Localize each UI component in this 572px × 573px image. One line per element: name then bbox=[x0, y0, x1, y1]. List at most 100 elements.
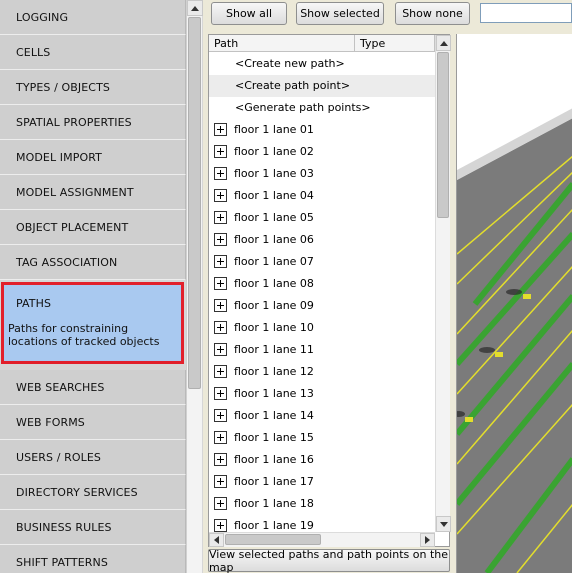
plus-box-icon[interactable] bbox=[214, 255, 227, 268]
path-point-marker[interactable] bbox=[523, 294, 531, 299]
path-name: floor 1 lane 17 bbox=[234, 475, 314, 488]
sidebar-item-paths[interactable]: PATHS Paths for constraining locations of… bbox=[1, 282, 184, 364]
plus-box-icon[interactable] bbox=[214, 321, 227, 334]
filter-input[interactable] bbox=[480, 3, 572, 23]
path-row[interactable]: floor 1 lane 17 bbox=[209, 471, 435, 493]
path-name: floor 1 lane 05 bbox=[234, 211, 314, 224]
arrow-right-icon[interactable] bbox=[420, 533, 435, 547]
path-row[interactable]: floor 1 lane 03 bbox=[209, 163, 435, 185]
plus-box-icon[interactable] bbox=[214, 277, 227, 290]
sidebar-item-label: SHIFT PATTERNS bbox=[16, 556, 108, 569]
path-name: floor 1 lane 13 bbox=[234, 387, 314, 400]
plus-box-icon[interactable] bbox=[214, 409, 227, 422]
plus-box-icon[interactable] bbox=[214, 475, 227, 488]
list-hscrollbar-thumb[interactable] bbox=[225, 534, 321, 545]
path-row[interactable]: floor 1 lane 09 bbox=[209, 295, 435, 317]
path-name: floor 1 lane 15 bbox=[234, 431, 314, 444]
path-row[interactable]: floor 1 lane 11 bbox=[209, 339, 435, 361]
sidebar-item-spatial-properties[interactable]: SPATIAL PROPERTIES bbox=[0, 105, 186, 140]
column-header-type[interactable]: Type bbox=[355, 35, 435, 52]
path-row[interactable]: floor 1 lane 05 bbox=[209, 207, 435, 229]
sidebar-item-label: TAG ASSOCIATION bbox=[16, 256, 118, 269]
plus-box-icon[interactable] bbox=[214, 167, 227, 180]
path-row[interactable]: floor 1 lane 02 bbox=[209, 141, 435, 163]
sidebar-item-label: OBJECT PLACEMENT bbox=[16, 221, 129, 234]
sidebar-item-label: USERS / ROLES bbox=[16, 451, 101, 464]
sidebar-scrollbar[interactable] bbox=[186, 0, 203, 573]
plus-box-icon[interactable] bbox=[214, 387, 227, 400]
sidebar-item-types-objects[interactable]: TYPES / OBJECTS bbox=[0, 70, 186, 105]
path-name: floor 1 lane 03 bbox=[234, 167, 314, 180]
sidebar-item-users-roles[interactable]: USERS / ROLES bbox=[0, 440, 186, 475]
sidebar-item-web-forms[interactable]: WEB FORMS bbox=[0, 405, 186, 440]
arrow-down-icon[interactable] bbox=[436, 516, 451, 532]
sidebar-item-model-import[interactable]: MODEL IMPORT bbox=[0, 140, 186, 175]
sidebar-item-logging[interactable]: LOGGING bbox=[0, 0, 186, 35]
path-row[interactable]: floor 1 lane 07 bbox=[209, 251, 435, 273]
plus-box-icon[interactable] bbox=[214, 365, 227, 378]
command-row[interactable]: <Create path point> bbox=[209, 75, 435, 97]
list-vertical-scrollbar[interactable] bbox=[435, 35, 451, 532]
arrow-up-icon[interactable] bbox=[436, 35, 451, 51]
sidebar-scrollbar-thumb[interactable] bbox=[188, 17, 201, 389]
path-row[interactable]: floor 1 lane 01 bbox=[209, 119, 435, 141]
path-row[interactable]: floor 1 lane 14 bbox=[209, 405, 435, 427]
sidebar-item-cells[interactable]: CELLS bbox=[0, 35, 186, 70]
path-name: floor 1 lane 11 bbox=[234, 343, 314, 356]
column-header-path[interactable]: Path bbox=[209, 35, 355, 52]
path-point-marker[interactable] bbox=[495, 352, 503, 357]
command-row[interactable]: <Generate path points> bbox=[209, 97, 435, 119]
sidebar-nav: LOGGING CELLS TYPES / OBJECTS SPATIAL PROPE… bbox=[0, 0, 186, 573]
plus-box-icon[interactable] bbox=[214, 233, 227, 246]
path-name: floor 1 lane 04 bbox=[234, 189, 314, 202]
path-row[interactable]: floor 1 lane 10 bbox=[209, 317, 435, 339]
plus-box-icon[interactable] bbox=[214, 189, 227, 202]
path-point-marker[interactable] bbox=[465, 417, 473, 422]
plus-box-icon[interactable] bbox=[214, 431, 227, 444]
plus-box-icon[interactable] bbox=[214, 211, 227, 224]
path-name: floor 1 lane 18 bbox=[234, 497, 314, 510]
path-row[interactable]: floor 1 lane 08 bbox=[209, 273, 435, 295]
list-header: Path Type bbox=[209, 35, 435, 52]
plus-box-icon[interactable] bbox=[214, 123, 227, 136]
command-label: <Generate path points> bbox=[235, 101, 371, 114]
list-scrollbar-thumb[interactable] bbox=[437, 52, 449, 218]
arrow-left-icon[interactable] bbox=[209, 533, 224, 547]
show-all-button[interactable]: Show all bbox=[211, 2, 287, 25]
command-row[interactable]: <Create new path> bbox=[209, 53, 435, 75]
path-row[interactable]: floor 1 lane 12 bbox=[209, 361, 435, 383]
sidebar-item-label: MODEL ASSIGNMENT bbox=[16, 186, 134, 199]
list-horizontal-scrollbar[interactable] bbox=[209, 532, 435, 547]
sidebar-item-label: LOGGING bbox=[16, 11, 69, 24]
path-point-shadow bbox=[479, 347, 495, 353]
arrow-up-icon[interactable] bbox=[187, 0, 203, 16]
plus-box-icon[interactable] bbox=[214, 497, 227, 510]
path-name: floor 1 lane 14 bbox=[234, 409, 314, 422]
path-row[interactable]: floor 1 lane 13 bbox=[209, 383, 435, 405]
plus-box-icon[interactable] bbox=[214, 453, 227, 466]
show-selected-button[interactable]: Show selected bbox=[296, 2, 384, 25]
path-row[interactable]: floor 1 lane 15 bbox=[209, 427, 435, 449]
path-row[interactable]: floor 1 lane 16 bbox=[209, 449, 435, 471]
sidebar-item-business-rules[interactable]: BUSINESS RULES bbox=[0, 510, 186, 545]
map-view[interactable] bbox=[456, 34, 572, 573]
sidebar-item-shift-patterns[interactable]: SHIFT PATTERNS bbox=[0, 545, 186, 573]
path-row[interactable]: floor 1 lane 04 bbox=[209, 185, 435, 207]
map-canvas[interactable] bbox=[457, 34, 572, 573]
sidebar-item-object-placement[interactable]: OBJECT PLACEMENT bbox=[0, 210, 186, 245]
path-row[interactable]: floor 1 lane 19 bbox=[209, 515, 435, 532]
sidebar-item-model-assignment[interactable]: MODEL ASSIGNMENT bbox=[0, 175, 186, 210]
plus-box-icon[interactable] bbox=[214, 299, 227, 312]
view-on-map-button[interactable]: View selected paths and path points on t… bbox=[208, 548, 450, 573]
sidebar-item-directory-services[interactable]: DIRECTORY SERVICES bbox=[0, 475, 186, 510]
sidebar: LOGGING CELLS TYPES / OBJECTS SPATIAL PROPE… bbox=[0, 0, 203, 573]
sidebar-item-tag-association[interactable]: TAG ASSOCIATION bbox=[0, 245, 186, 280]
sidebar-item-label: MODEL IMPORT bbox=[16, 151, 102, 164]
plus-box-icon[interactable] bbox=[214, 145, 227, 158]
path-row[interactable]: floor 1 lane 06 bbox=[209, 229, 435, 251]
plus-box-icon[interactable] bbox=[214, 519, 227, 532]
plus-box-icon[interactable] bbox=[214, 343, 227, 356]
sidebar-item-web-searches[interactable]: WEB SEARCHES bbox=[0, 370, 186, 405]
path-row[interactable]: floor 1 lane 18 bbox=[209, 493, 435, 515]
show-none-button[interactable]: Show none bbox=[395, 2, 470, 25]
